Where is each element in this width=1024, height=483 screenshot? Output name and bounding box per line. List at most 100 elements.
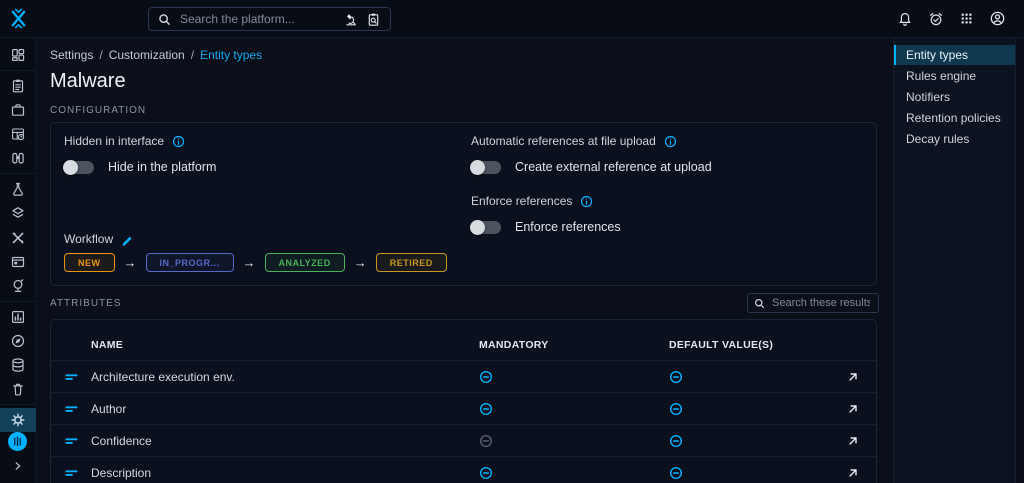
apps-grid-icon[interactable] bbox=[959, 11, 974, 26]
attribute-name: Confidence bbox=[91, 433, 152, 448]
nav-entities-icon[interactable] bbox=[0, 250, 36, 274]
create-external-reference-label: Create external reference at upload bbox=[515, 160, 712, 174]
right-submenu: Entity types Rules engine Notifiers Retenti… bbox=[893, 38, 1016, 483]
references-block: Automatic references at file upload Crea… bbox=[470, 133, 712, 253]
short-text-icon bbox=[64, 433, 79, 448]
column-header-name: NAME bbox=[91, 339, 124, 351]
left-sidebar bbox=[0, 38, 36, 483]
nav-divider bbox=[0, 70, 36, 72]
workflow-status-chip[interactable]: RETIRED bbox=[375, 253, 447, 272]
nav-analyses-icon[interactable] bbox=[0, 74, 36, 98]
workflow-label: Workflow bbox=[64, 232, 114, 246]
account-circle-icon[interactable] bbox=[989, 10, 1006, 27]
clipboard-search-icon[interactable] bbox=[366, 12, 381, 27]
attribute-row[interactable]: Architecture execution env. bbox=[51, 360, 876, 392]
breadcrumb-item[interactable]: Customization bbox=[109, 48, 185, 62]
nav-arsenal-icon[interactable] bbox=[0, 201, 36, 225]
attribute-row[interactable]: Description bbox=[51, 456, 876, 483]
workflow-status-chip[interactable]: ANALYZED bbox=[264, 253, 345, 272]
right-menu-item[interactable]: Rules engine bbox=[894, 66, 1016, 86]
expand-sidebar-chevron-icon[interactable] bbox=[0, 457, 36, 475]
edit-pencil-icon[interactable] bbox=[121, 233, 134, 246]
mandatory-minus-circle-icon bbox=[479, 402, 493, 416]
nav-threats-icon[interactable] bbox=[0, 177, 36, 201]
short-text-icon bbox=[64, 369, 79, 384]
workflow-arrow: → bbox=[353, 255, 367, 270]
nav-cases-icon[interactable] bbox=[0, 98, 36, 122]
alarm-check-icon[interactable] bbox=[928, 11, 944, 27]
attribute-name: Author bbox=[91, 401, 127, 416]
goto-arrow-icon[interactable] bbox=[846, 402, 860, 416]
platform-logo[interactable] bbox=[0, 0, 36, 38]
hidden-in-interface-block: Hidden in interface Hide in the platform bbox=[63, 133, 216, 193]
nav-techniques-icon[interactable] bbox=[0, 226, 36, 250]
breadcrumb-item[interactable]: Entity types bbox=[200, 48, 262, 62]
workflow-block-label: Workflow bbox=[64, 231, 134, 247]
search-input[interactable] bbox=[178, 11, 337, 27]
default-value-minus-circle-icon bbox=[669, 370, 683, 384]
nav-divider bbox=[0, 173, 36, 175]
short-text-icon bbox=[64, 401, 79, 416]
info-icon[interactable] bbox=[664, 135, 677, 148]
attribute-row[interactable]: Confidence bbox=[51, 424, 876, 456]
page-scrollbar[interactable] bbox=[1015, 38, 1024, 483]
info-icon[interactable] bbox=[172, 135, 185, 148]
create-external-reference-toggle[interactable] bbox=[470, 159, 501, 175]
nav-events-icon[interactable] bbox=[0, 122, 36, 146]
goto-arrow-icon[interactable] bbox=[846, 434, 860, 448]
configuration-section-label: CONFIGURATION bbox=[50, 105, 147, 116]
nav-dashboards-icon[interactable] bbox=[0, 305, 36, 329]
right-menu-item[interactable]: Decay rules bbox=[894, 129, 1016, 149]
page-title: Malware bbox=[50, 70, 126, 92]
right-menu-item[interactable]: Retention policies bbox=[894, 108, 1016, 128]
microscope-icon[interactable] bbox=[344, 12, 359, 27]
attributes-header: ATTRIBUTES bbox=[50, 293, 879, 314]
right-menu-item[interactable]: Entity types bbox=[894, 45, 1016, 65]
enforce-references-toggle[interactable] bbox=[470, 219, 501, 235]
column-header-mandatory: MANDATORY bbox=[479, 339, 549, 351]
sidebar-bottom bbox=[0, 432, 36, 483]
goto-arrow-icon[interactable] bbox=[846, 466, 860, 480]
notifications-bell-icon[interactable] bbox=[897, 11, 913, 27]
workflow-arrow: → bbox=[123, 255, 137, 270]
enforce-references-toggle-label: Enforce references bbox=[515, 220, 621, 234]
right-menu-item[interactable]: Notifiers bbox=[894, 87, 1016, 107]
default-value-minus-circle-icon bbox=[669, 402, 683, 416]
breadcrumb: Settings / Customization / Entity types bbox=[50, 48, 879, 62]
attributes-search bbox=[747, 293, 879, 313]
nav-observations-icon[interactable] bbox=[0, 146, 36, 170]
nav-investigations-icon[interactable] bbox=[0, 329, 36, 353]
topbar-actions bbox=[897, 10, 1024, 27]
attribute-name: Description bbox=[91, 465, 152, 480]
attributes-search-input[interactable] bbox=[770, 296, 872, 310]
nav-settings-icon[interactable] bbox=[0, 408, 36, 433]
breadcrumb-separator: / bbox=[99, 48, 103, 62]
workflow-arrow: → bbox=[242, 255, 256, 270]
hide-in-platform-toggle[interactable] bbox=[63, 159, 94, 175]
hidden-in-interface-label: Hidden in interface bbox=[64, 134, 165, 148]
nav-locations-icon[interactable] bbox=[0, 274, 36, 298]
nav-dashboard-icon[interactable] bbox=[0, 43, 36, 67]
top-bar bbox=[0, 0, 1024, 38]
default-value-minus-circle-icon bbox=[669, 466, 683, 480]
goto-arrow-icon[interactable] bbox=[846, 370, 860, 384]
attributes-table-body: Architecture execution env. Author Confi… bbox=[51, 360, 876, 483]
attributes-section-label: ATTRIBUTES bbox=[50, 298, 122, 309]
info-icon[interactable] bbox=[580, 195, 593, 208]
main-content: Settings / Customization / Entity types Malw… bbox=[36, 38, 893, 483]
filigran-logo-icon[interactable] bbox=[8, 432, 27, 452]
workflow-status-chip[interactable]: IN_PROGR... bbox=[145, 253, 234, 272]
attribute-row[interactable]: Author bbox=[51, 392, 876, 424]
global-search bbox=[148, 7, 391, 31]
workflow-status-chip[interactable]: NEW bbox=[64, 253, 115, 272]
default-value-minus-circle-icon bbox=[669, 434, 683, 448]
column-header-default: DEFAULT VALUE(S) bbox=[669, 339, 774, 351]
breadcrumb-item[interactable]: Settings bbox=[50, 48, 93, 62]
search-icon bbox=[158, 13, 171, 26]
opencti-app: Settings / Customization / Entity types Malw… bbox=[0, 0, 1024, 483]
nav-divider bbox=[0, 300, 36, 302]
nav-data-icon[interactable] bbox=[0, 353, 36, 377]
enforce-references-label: Enforce references bbox=[471, 194, 573, 208]
search-icon bbox=[754, 298, 765, 309]
nav-trash-icon[interactable] bbox=[0, 377, 36, 401]
